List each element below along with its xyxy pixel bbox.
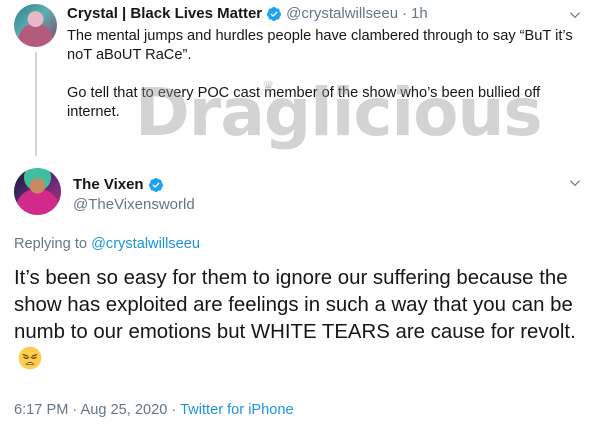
tweet1-display-name[interactable]: Crystal | Black Lives Matter [67,5,262,22]
tweet1-separator: · [402,5,408,22]
replying-to-prefix: Replying to [14,236,88,252]
tweet2-display-name[interactable]: The Vixen [73,176,144,193]
tweet2-header: The Vixen [73,176,164,193]
verified-badge-icon [267,6,282,21]
thread-connector-line [35,52,37,156]
tweet2-chevron-down-icon[interactable] [568,176,582,190]
tweet1-header: Crystal | Black Lives Matter @crystalwil… [67,5,428,22]
replying-to-line: Replying to @crystalwillseeu [14,236,200,252]
avatar-crystal[interactable] [14,4,57,47]
tweet2-meta: 6:17 PM · Aug 25, 2020 · Twitter for iPh… [14,402,294,418]
tweet1-chevron-down-icon[interactable] [568,8,582,22]
verified-badge-icon [148,177,163,192]
weary-face-icon [18,346,42,370]
replying-to-link[interactable]: @crystalwillseeu [91,236,200,252]
tweet2-handle[interactable]: @TheVixensworld [73,196,195,213]
tweet2-text: It’s been so easy for them to ignore our… [14,267,576,343]
tweet1-time[interactable]: 1h [411,5,428,22]
tweet1-paragraph-2: Go tell that to every POC cast member of… [67,85,541,120]
tweet2-body: It’s been so easy for them to ignore our… [14,265,582,374]
watermark-crown-icon: ♛ [262,78,275,94]
tweet1-paragraph-1: The mental jumps and hurdles people have… [67,28,573,63]
tweet1-body: The mental jumps and hurdles people have… [67,27,577,141]
tweet2-source-link[interactable]: Twitter for iPhone [180,402,294,418]
tweet1-handle[interactable]: @crystalwillseeu [286,5,398,22]
avatar-vixen[interactable] [14,168,61,215]
meta-separator: · [171,402,177,418]
tweet2-timestamp[interactable]: 6:17 PM · Aug 25, 2020 [14,402,167,418]
